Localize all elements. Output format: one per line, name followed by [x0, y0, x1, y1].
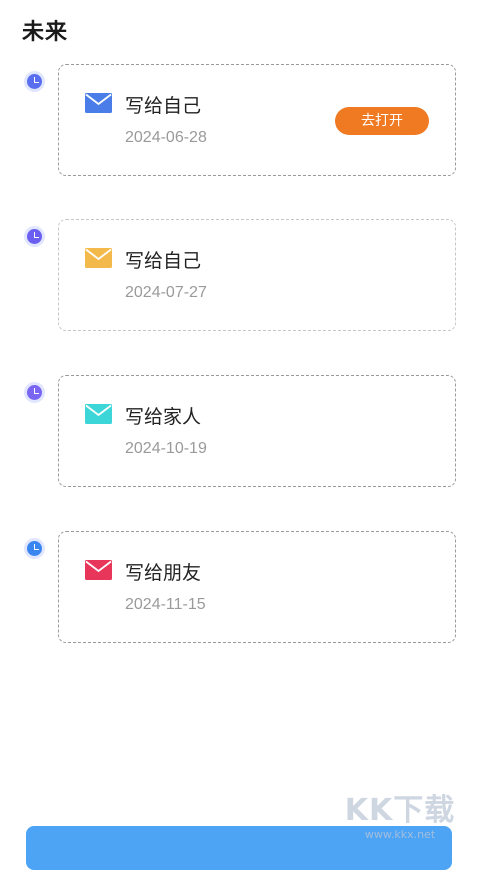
clock-icon — [27, 385, 42, 400]
envelope-icon — [85, 404, 112, 424]
letter-date: 2024-06-28 — [125, 129, 207, 146]
watermark-logo: KK下载 — [344, 793, 456, 828]
letter-card[interactable]: 写给自己 2024-07-27 — [58, 219, 456, 331]
letter-date: 2024-11-15 — [125, 596, 206, 613]
letter-card[interactable]: 写给朋友 2024-11-15 — [58, 531, 456, 643]
clock-icon — [27, 229, 42, 244]
page-title: 未来 — [22, 20, 69, 45]
timeline-item: 写给家人 2024-10-19 — [0, 375, 478, 491]
envelope-icon — [85, 93, 112, 113]
timeline-item: 写给自己 2024-06-28 去打开 — [0, 64, 478, 180]
timeline-item: 写给朋友 2024-11-15 — [0, 531, 478, 647]
letter-card[interactable]: 写给家人 2024-10-19 — [58, 375, 456, 487]
letter-title: 写给自己 — [125, 250, 202, 272]
letter-title: 写给自己 — [125, 95, 202, 117]
envelope-icon — [85, 560, 112, 580]
letter-title: 写给朋友 — [125, 562, 202, 584]
timeline-item: 写给自己 2024-07-27 — [0, 219, 478, 335]
watermark-url: www.kkx.net — [364, 828, 436, 841]
letter-card[interactable]: 写给自己 2024-06-28 去打开 — [58, 64, 456, 176]
clock-icon — [27, 541, 42, 556]
watermark: KK下载 www.kkx.net — [344, 794, 456, 846]
letter-date: 2024-07-27 — [125, 284, 207, 301]
open-letter-button[interactable]: 去打开 — [335, 107, 429, 135]
letter-date: 2024-10-19 — [125, 440, 207, 457]
letter-title: 写给家人 — [125, 406, 202, 428]
clock-icon — [27, 74, 42, 89]
envelope-icon — [85, 248, 112, 268]
